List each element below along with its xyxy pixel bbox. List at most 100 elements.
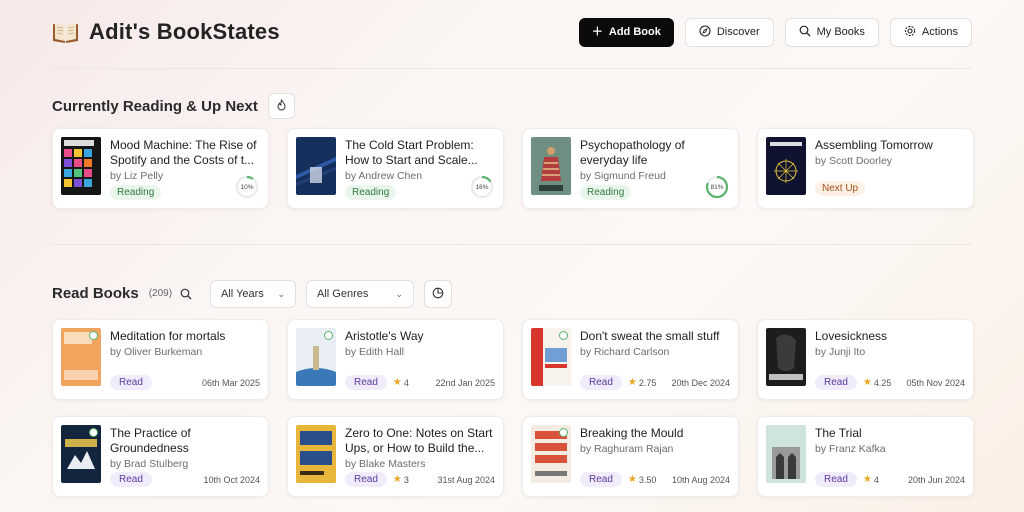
read-book-card[interactable]: Lovesickness by Junji Ito Read ★ 4.25 05t… — [757, 319, 974, 400]
read-book-card[interactable]: Aristotle's Way by Edith Hall Read ★ 4 22… — [287, 319, 504, 400]
add-book-button[interactable]: ＋ Add Book — [578, 17, 674, 47]
book-cover — [296, 137, 336, 195]
book-title: Meditation for mortals — [110, 329, 226, 343]
read-count: (209) — [148, 288, 173, 299]
genres-dropdown[interactable]: All Genres ⌄ — [306, 280, 414, 308]
app-header: Adit's BookStates ＋ Add Book Discover My… — [52, 14, 972, 50]
status-badge: Reading — [110, 185, 162, 200]
book-cover — [61, 425, 101, 483]
status-badge: Read — [345, 472, 387, 487]
book-author: by Blake Masters — [345, 458, 426, 470]
book-title: Don't sweat the small stuff — [580, 329, 720, 343]
read-book-card[interactable]: Meditation for mortals by Oliver Burkema… — [52, 319, 269, 400]
header-divider — [52, 68, 972, 69]
plus-icon: ＋ — [591, 25, 603, 38]
book-title: Zero to One: Notes on Start Ups, or How … — [345, 426, 493, 455]
flame-icon — [276, 98, 287, 114]
read-date: 10th Oct 2024 — [203, 474, 260, 485]
read-book-card[interactable]: Breaking the Mould by Raghuram Rajan Rea… — [522, 416, 739, 497]
read-book-card[interactable]: The Trial by Franz Kafka Read ★ 4 20th Ju… — [757, 416, 974, 497]
book-cover — [766, 328, 806, 386]
read-book-card[interactable]: Zero to One: Notes on Start Ups, or How … — [287, 416, 504, 497]
read-date: 22nd Jan 2025 — [435, 377, 495, 388]
star-icon: ★ — [862, 377, 872, 388]
rating: ★ 3.50 — [628, 474, 657, 485]
book-author: by Franz Kafka — [815, 443, 886, 455]
section-divider — [52, 244, 972, 245]
book-title: The Practice of Groundedness — [110, 426, 191, 455]
current-book-card[interactable]: Mood Machine: The Rise of Spotify and th… — [52, 128, 269, 209]
read-book-card[interactable]: The Practice of Groundedness by Brad Stu… — [52, 416, 269, 497]
current-book-card[interactable]: Psychopathology of everyday life by Sigm… — [522, 128, 739, 209]
status-badge: Reading — [580, 185, 632, 200]
rating-value: 4.25 — [873, 377, 892, 388]
rating: ★ 4.25 — [863, 377, 892, 388]
actions-label: Actions — [921, 26, 958, 38]
read-books-grid: Meditation for mortals by Oliver Burkema… — [52, 319, 974, 497]
chevron-down-icon: ⌄ — [277, 288, 285, 299]
status-badge: Read — [580, 375, 622, 390]
my-books-button[interactable]: My Books — [784, 17, 879, 47]
book-cover — [531, 328, 571, 386]
read-date: 06th Mar 2025 — [201, 377, 260, 388]
my-books-label: My Books — [816, 26, 865, 38]
app-title: Adit's BookStates — [89, 19, 280, 44]
status-badge: Read — [815, 375, 857, 390]
progress-label: 81% — [710, 183, 724, 191]
add-book-label: Add Book — [608, 26, 661, 38]
book-title: Lovesickness — [815, 329, 888, 343]
current-books-grid: Mood Machine: The Rise of Spotify and th… — [52, 128, 974, 209]
read-date: 05th Nov 2024 — [906, 377, 965, 388]
star-icon: ★ — [627, 377, 637, 388]
actions-button[interactable]: Actions — [889, 17, 972, 47]
status-badge: Read — [345, 375, 387, 390]
rating: ★ 4 — [863, 474, 879, 485]
goodreads-badge — [324, 331, 333, 340]
rating: ★ 3 — [393, 474, 409, 485]
read-date: 31st Aug 2024 — [437, 474, 495, 485]
read-section-title: Read Books — [52, 285, 139, 302]
star-icon: ★ — [627, 474, 637, 485]
star-icon: ★ — [862, 474, 872, 485]
read-filters: All Years ⌄ All Genres ⌄ — [172, 280, 452, 308]
book-title: The Trial — [815, 426, 862, 440]
book-title: The Cold Start Problem: How to Start and… — [345, 138, 478, 167]
goodreads-badge — [559, 428, 568, 437]
star-icon: ★ — [392, 377, 402, 388]
book-cover — [61, 328, 101, 386]
genres-value: All Genres — [317, 288, 369, 300]
years-dropdown[interactable]: All Years ⌄ — [210, 280, 296, 308]
search-icon — [799, 25, 811, 40]
status-badge: Read — [815, 472, 857, 487]
search-icon[interactable] — [172, 280, 200, 308]
discover-button[interactable]: Discover — [684, 17, 774, 47]
chevron-down-icon: ⌄ — [395, 288, 403, 299]
status-badge: Read — [110, 472, 152, 487]
rating-value: 3 — [403, 474, 409, 485]
logo[interactable]: Adit's BookStates — [52, 19, 280, 45]
goodreads-badge — [559, 331, 568, 340]
book-author: by Scott Doorley — [815, 155, 893, 167]
current-section-title: Currently Reading & Up Next — [52, 97, 258, 115]
current-book-card[interactable]: The Cold Start Problem: How to Start and… — [287, 128, 504, 209]
stats-button[interactable] — [424, 280, 452, 308]
discover-label: Discover — [716, 26, 760, 38]
current-book-card[interactable]: Assembling Tomorrow by Scott Doorley Nex… — [757, 128, 974, 209]
book-title: Psychopathology of everyday life — [580, 138, 685, 167]
progress-label: 16% — [475, 183, 489, 191]
book-author: by Oliver Burkeman — [110, 346, 203, 358]
book-author: by Junji Ito — [815, 346, 866, 358]
read-book-card[interactable]: Don't sweat the small stuff by Richard C… — [522, 319, 739, 400]
star-icon: ★ — [392, 474, 402, 485]
status-badge: Next Up — [815, 181, 866, 196]
years-value: All Years — [221, 288, 264, 300]
rating-value: 3.50 — [638, 474, 657, 485]
status-badge: Read — [580, 472, 622, 487]
book-title: Aristotle's Way — [345, 329, 424, 343]
gear-icon — [904, 25, 916, 40]
book-author: by Edith Hall — [345, 346, 404, 358]
flame-button[interactable] — [267, 93, 295, 119]
book-author: by Brad Stulberg — [110, 458, 189, 470]
book-cover — [766, 137, 806, 195]
book-title: Mood Machine: The Rise of Spotify and th… — [110, 138, 257, 167]
